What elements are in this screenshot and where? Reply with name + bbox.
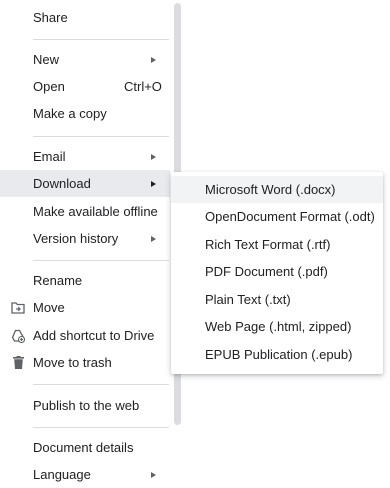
folder-move-icon <box>11 301 25 315</box>
menu-item-document-details[interactable]: Document details <box>0 434 170 461</box>
trash-icon <box>11 356 25 370</box>
menu-item-share[interactable]: Share <box>0 4 170 31</box>
menu-divider <box>33 39 169 40</box>
menu-item-label: Make a copy <box>33 106 107 121</box>
menu-item-label: Add shortcut to Drive <box>33 328 155 343</box>
menu-item-move[interactable]: Move <box>0 294 170 321</box>
download-option-txt[interactable]: Plain Text (.txt) <box>171 286 383 313</box>
download-option-epub[interactable]: EPUB Publication (.epub) <box>171 341 383 368</box>
menu-item-label: Share <box>33 10 68 25</box>
download-option-label: Microsoft Word (.docx) <box>205 182 336 197</box>
submenu-arrow-icon <box>151 153 156 160</box>
menu-item-label: Version history <box>33 231 119 246</box>
menu-item-make-copy[interactable]: Make a copy <box>0 100 170 127</box>
menu-item-label: Move to trash <box>33 355 112 370</box>
download-option-label: Rich Text Format (.rtf) <box>205 237 331 252</box>
menu-item-rename[interactable]: Rename <box>0 267 170 294</box>
menu-item-download[interactable]: Download <box>0 170 170 197</box>
download-option-rtf[interactable]: Rich Text Format (.rtf) <box>171 231 383 258</box>
menu-divider <box>33 260 169 261</box>
download-option-odt[interactable]: OpenDocument Format (.odt) <box>171 203 383 230</box>
file-menu: Share New Open Ctrl+O Make a copy Email … <box>0 0 178 482</box>
menu-item-label: New <box>33 52 60 67</box>
menu-divider <box>33 136 169 137</box>
submenu-arrow-icon <box>151 471 156 478</box>
download-option-label: Plain Text (.txt) <box>205 292 291 307</box>
download-option-label: PDF Document (.pdf) <box>205 264 328 279</box>
menu-item-label: Download <box>33 176 91 191</box>
menu-item-new[interactable]: New <box>0 46 170 73</box>
menu-item-make-offline[interactable]: Make available offline <box>0 198 170 225</box>
menu-item-label: Document details <box>33 440 134 455</box>
menu-item-label: Rename <box>33 273 83 288</box>
download-submenu: Microsoft Word (.docx) OpenDocument Form… <box>171 172 383 374</box>
menu-divider <box>33 427 169 428</box>
download-option-label: EPUB Publication (.epub) <box>205 347 353 362</box>
menu-item-version-history[interactable]: Version history <box>0 225 170 252</box>
shortcut-label: Ctrl+O <box>124 79 162 94</box>
download-option-pdf[interactable]: PDF Document (.pdf) <box>171 258 383 285</box>
menu-item-label: Publish to the web <box>33 398 140 413</box>
menu-item-move-trash[interactable]: Move to trash <box>0 349 170 376</box>
submenu-arrow-icon <box>151 56 156 63</box>
menu-item-add-shortcut[interactable]: Add shortcut to Drive <box>0 322 170 349</box>
menu-divider <box>33 384 169 385</box>
menu-item-label: Email <box>33 149 66 164</box>
download-option-html[interactable]: Web Page (.html, zipped) <box>171 313 383 340</box>
submenu-arrow-icon <box>151 235 156 242</box>
menu-item-label: Make available offline <box>33 204 158 219</box>
menu-item-label: Language <box>33 467 91 482</box>
menu-item-label: Move <box>33 300 65 315</box>
menu-item-email[interactable]: Email <box>0 143 170 170</box>
download-option-label: Web Page (.html, zipped) <box>205 319 352 334</box>
add-to-drive-icon <box>11 329 25 343</box>
download-option-label: OpenDocument Format (.odt) <box>205 209 375 224</box>
menu-item-label: Open <box>33 79 65 94</box>
menu-item-publish[interactable]: Publish to the web <box>0 392 170 419</box>
download-option-docx[interactable]: Microsoft Word (.docx) <box>171 176 383 203</box>
menu-item-open[interactable]: Open Ctrl+O <box>0 73 170 100</box>
menu-item-language[interactable]: Language <box>0 461 170 488</box>
submenu-arrow-icon <box>151 180 156 187</box>
